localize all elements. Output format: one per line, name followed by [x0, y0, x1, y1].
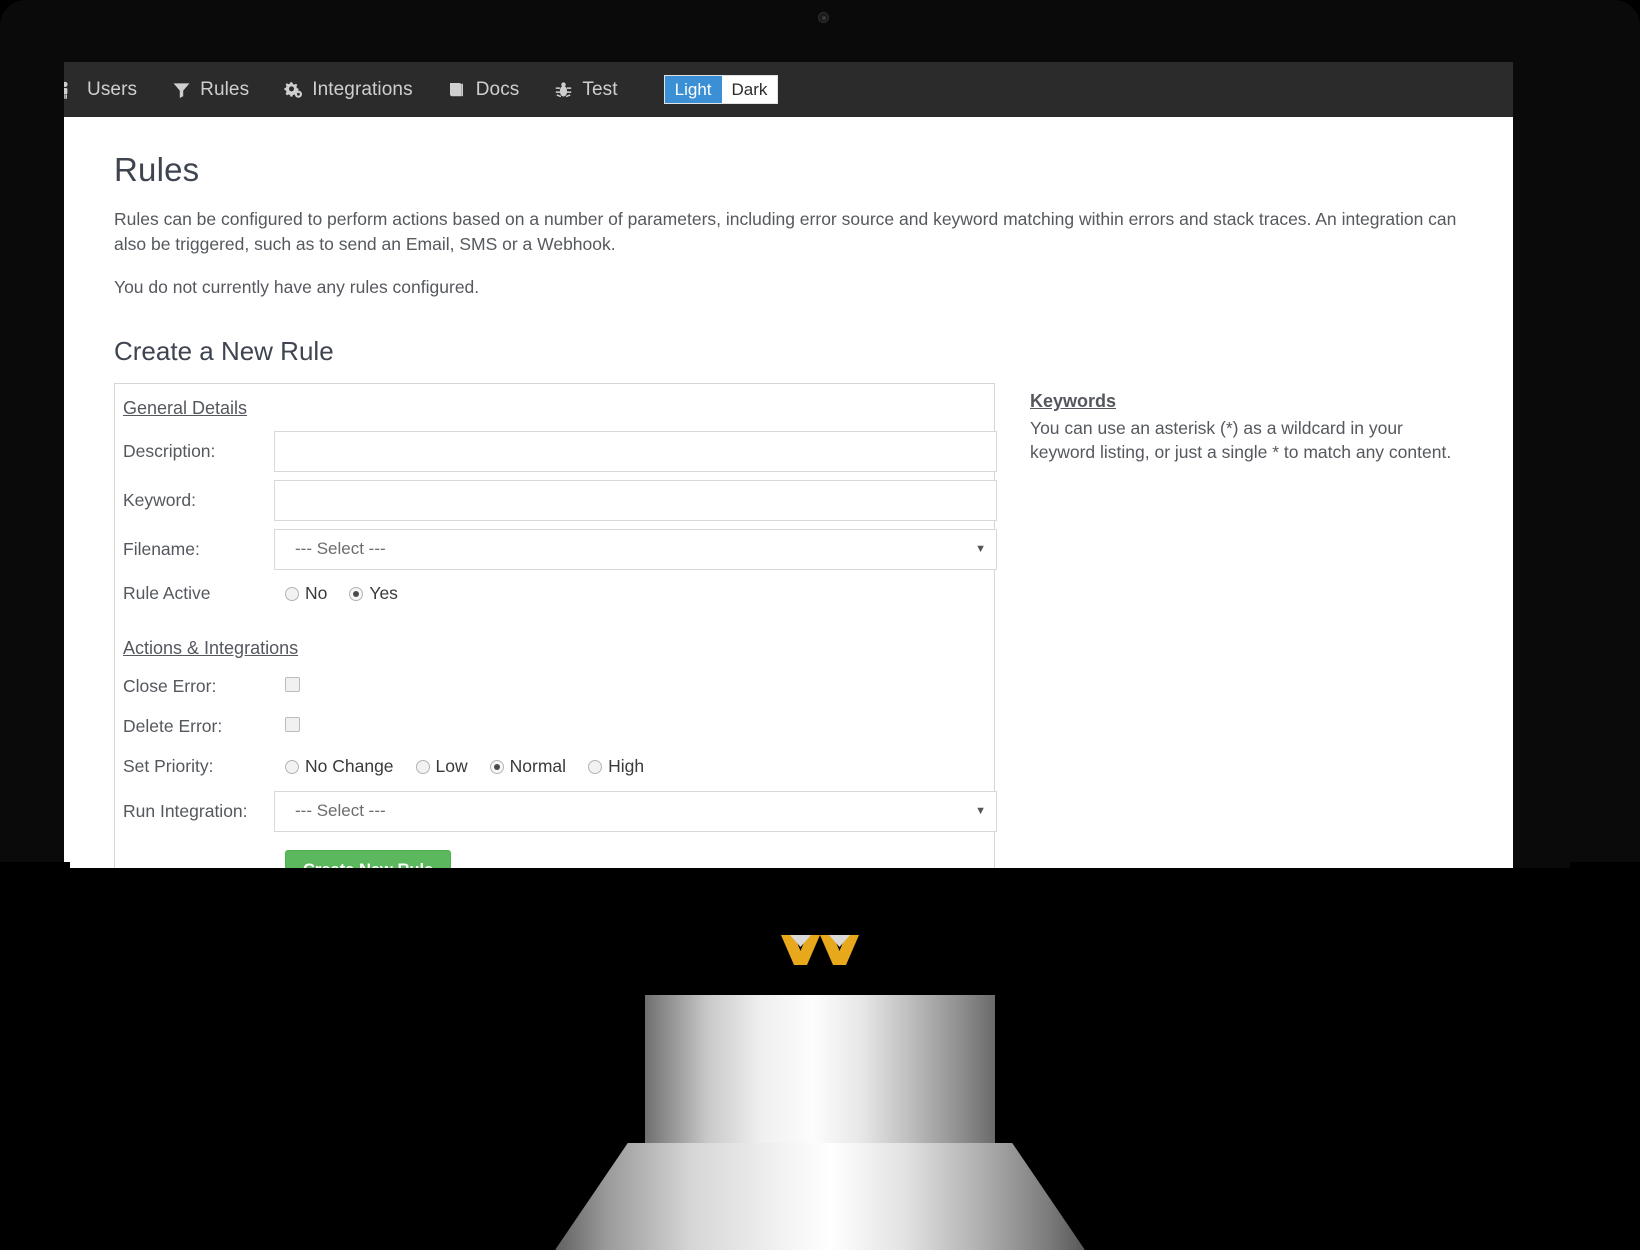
- section-title-create-rule: Create a New Rule: [114, 335, 334, 366]
- bug-icon: [553, 80, 573, 100]
- form-row-set-priority: Set Priority: No Change Low Normal High: [115, 747, 994, 787]
- keywords-help-title: Keywords: [1030, 390, 1117, 411]
- priority-label-no-change: No Change: [305, 756, 394, 777]
- brand-logo: [781, 935, 859, 965]
- theme-toggle[interactable]: Light Dark: [663, 75, 779, 104]
- nav-item-rules[interactable]: Rules: [171, 79, 249, 101]
- priority-label-low: Low: [435, 756, 468, 777]
- page-intro-text: Rules can be configured to perform actio…: [114, 209, 1457, 254]
- book-icon: [447, 80, 467, 100]
- stand-base: [553, 1143, 1087, 1250]
- form-row-delete-error: Delete Error:: [115, 707, 994, 747]
- form-row-submit: Create New Rule: [115, 836, 994, 868]
- top-navbar: Users Rules Integrations Docs Test Light…: [64, 62, 1513, 117]
- empty-state-text: You do not currently have any rules conf…: [114, 276, 480, 297]
- form-row-close-error: Close Error:: [115, 667, 994, 707]
- priority-label-high: High: [608, 756, 645, 777]
- priority-option-low[interactable]: Low: [415, 756, 468, 777]
- users-icon: [64, 80, 78, 100]
- priority-option-high[interactable]: High: [588, 756, 644, 777]
- description-input[interactable]: [274, 430, 997, 472]
- set-priority-radio-group: No Change Low Normal High: [274, 756, 986, 777]
- label-close-error: Close Error:: [123, 676, 217, 697]
- rule-active-label-yes: Yes: [369, 583, 398, 604]
- keywords-help-panel: Keywords You can use an asterisk (*) as …: [1030, 383, 1460, 465]
- run-integration-select[interactable]: --- Select --- ▼: [274, 790, 997, 832]
- label-description: Description:: [123, 440, 216, 461]
- form-row-run-integration: Run Integration: --- Select --- ▼: [115, 787, 997, 836]
- theme-toggle-dark[interactable]: Dark: [721, 76, 778, 103]
- priority-label-normal: Normal: [509, 756, 567, 777]
- nav-label-integrations: Integrations: [312, 78, 413, 100]
- nav-item-test[interactable]: Test: [553, 78, 618, 101]
- gears-icon: [283, 80, 303, 100]
- create-new-rule-button[interactable]: Create New Rule: [285, 849, 452, 868]
- nav-label-users: Users: [87, 78, 138, 100]
- radio-dot[interactable]: [415, 759, 430, 774]
- monitor-bezel: Users Rules Integrations Docs Test Light…: [0, 0, 1640, 948]
- screenshot-stage: Users Rules Integrations Docs Test Light…: [0, 0, 1640, 1250]
- filename-select-value: --- Select ---: [295, 539, 386, 559]
- priority-option-normal[interactable]: Normal: [489, 756, 567, 777]
- rule-active-label-no: No: [305, 583, 328, 604]
- chevron-down-icon: ▼: [975, 805, 986, 818]
- label-keyword: Keyword:: [123, 489, 196, 510]
- keywords-help-body: You can use an asterisk (*) as a wildcar…: [1030, 417, 1452, 463]
- rule-active-radio-group: No Yes: [274, 583, 986, 604]
- radio-dot[interactable]: [285, 759, 299, 774]
- chevron-down-icon: ▼: [975, 543, 986, 556]
- legend-general-details: General Details: [123, 397, 248, 418]
- nav-item-users[interactable]: Users: [64, 79, 137, 101]
- content-columns: General Details Description: Keyword: Fi…: [114, 382, 1463, 868]
- radio-dot[interactable]: [588, 759, 603, 774]
- label-filename: Filename:: [123, 538, 200, 559]
- theme-toggle-light[interactable]: Light: [664, 76, 722, 103]
- create-rule-form: General Details Description: Keyword: Fi…: [114, 382, 997, 868]
- label-run-integration: Run Integration:: [123, 800, 248, 821]
- priority-option-no-change[interactable]: No Change: [285, 756, 394, 777]
- delete-error-checkbox[interactable]: [285, 716, 300, 732]
- nav-label-test: Test: [582, 78, 618, 100]
- rule-active-option-no[interactable]: No: [285, 583, 327, 604]
- page-title: Rules: [114, 151, 200, 188]
- screen-viewport: Users Rules Integrations Docs Test Light…: [64, 62, 1513, 868]
- label-set-priority: Set Priority:: [123, 756, 214, 777]
- radio-dot-selected[interactable]: [489, 759, 504, 774]
- label-delete-error: Delete Error:: [123, 716, 223, 737]
- nav-label-rules: Rules: [200, 78, 250, 100]
- nav-item-integrations[interactable]: Integrations: [283, 79, 413, 101]
- filename-select[interactable]: --- Select --- ▼: [274, 528, 997, 570]
- run-integration-select-value: --- Select ---: [295, 801, 386, 821]
- nav-item-docs[interactable]: Docs: [447, 79, 520, 101]
- form-row-filename: Filename: --- Select --- ▼: [115, 525, 997, 574]
- form-row-description: Description:: [115, 427, 997, 476]
- close-error-checkbox[interactable]: [285, 676, 300, 692]
- label-rule-active: Rule Active: [123, 583, 211, 604]
- nav-label-docs: Docs: [475, 78, 520, 100]
- filter-icon: [171, 80, 191, 100]
- form-row-keyword: Keyword:: [115, 476, 997, 525]
- form-row-rule-active: Rule Active No Yes: [115, 574, 994, 614]
- monitor-stand: [553, 995, 1087, 1250]
- legend-actions-integrations: Actions & Integrations: [123, 637, 299, 658]
- radio-dot[interactable]: [285, 586, 299, 601]
- webcam-indicator-icon: [818, 12, 829, 23]
- page-content: Rules Rules can be configured to perform…: [64, 117, 1513, 868]
- rule-active-option-yes[interactable]: Yes: [349, 583, 398, 604]
- keyword-input[interactable]: [274, 479, 997, 521]
- radio-dot-selected[interactable]: [349, 586, 364, 601]
